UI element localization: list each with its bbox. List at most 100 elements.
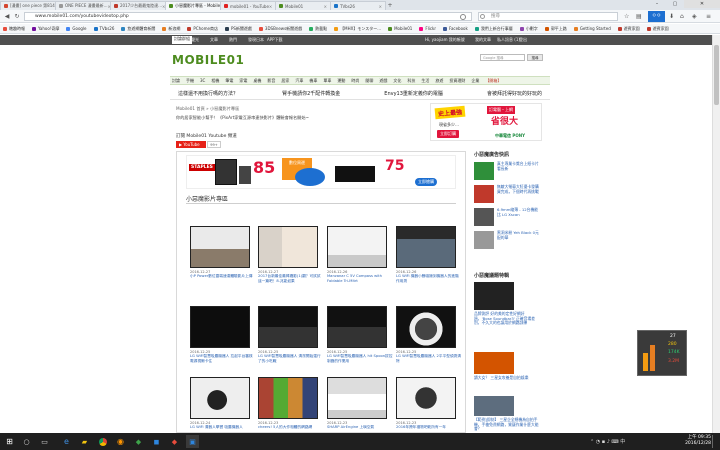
bookmark-item[interactable]: 悠遊網體育新聞: [121, 26, 155, 32]
task-view-icon[interactable]: ▭: [38, 435, 51, 448]
bookmark-item[interactable]: PChome商店: [187, 26, 218, 32]
video-title-link[interactable]: LG WiFi 機器小騰嘯擁到機器人的進階作用測: [396, 274, 462, 284]
video-thumbnail[interactable]: [258, 377, 318, 419]
app-icon-active[interactable]: ▣: [186, 435, 199, 448]
edge-icon[interactable]: e: [60, 435, 73, 448]
category-menu-item[interactable]: 影音: [267, 78, 275, 84]
video-thumbnail[interactable]: [396, 226, 456, 268]
download-icon[interactable]: ⬇: [669, 13, 674, 20]
back-icon[interactable]: ◀: [3, 13, 11, 21]
category-menu-item[interactable]: 家電: [239, 78, 247, 84]
new-tab-button[interactable]: +: [385, 1, 395, 10]
show-desktop-button[interactable]: [712, 435, 716, 448]
site-search-input[interactable]: Google 搜尋: [480, 54, 525, 61]
video-title-link[interactable]: 小P Power數位雲端速達體驗影片上傳: [190, 274, 256, 284]
bookmark-item[interactable]: 我們上新台行事曆: [474, 26, 513, 32]
star-icon[interactable]: ☆: [624, 13, 629, 20]
browser-tab[interactable]: Mobile01 ×: [275, 1, 331, 10]
bookmark-item[interactable]: 新浪網: [162, 26, 180, 32]
topnav-item[interactable]: APP下載: [267, 37, 283, 43]
hot-topic-link[interactable]: 腎手機請你2千配件轉換金: [282, 90, 340, 97]
category-menu-item[interactable]: 科技: [407, 78, 415, 84]
bookmark-item[interactable]: 小劃字: [519, 26, 538, 32]
tray-icons[interactable]: ⌃ ◔ ▪ ♪ ⌨ 中: [590, 438, 625, 445]
category-menu-item[interactable]: 【開箱】: [485, 78, 501, 84]
chrome-icon[interactable]: [96, 435, 109, 448]
category-menu-item[interactable]: 單車: [323, 78, 331, 84]
sidebar-thumb[interactable]: [474, 162, 494, 180]
topnav-item[interactable]: 發現日本: [248, 37, 264, 43]
topnav-item[interactable]: 討論群組: [172, 36, 192, 44]
bookmark-item[interactable]: Facebook: [443, 26, 468, 31]
app-icon-blue[interactable]: ◼: [150, 435, 163, 448]
category-menu-item[interactable]: 桌機: [253, 78, 261, 84]
category-menu-item[interactable]: 旅遊: [435, 78, 443, 84]
hot-topic-link[interactable]: Envy13重新定義你的電腦: [384, 90, 443, 97]
video-title-link[interactable]: LG WiFi智慧吸塵機器人 2平平型偵測清除: [396, 354, 462, 364]
feature-thumb[interactable]: [474, 352, 514, 374]
bookmark-item[interactable]: 熱載點: [309, 26, 327, 32]
app-icon-green[interactable]: ◆: [132, 435, 145, 448]
sidebar-item-title[interactable]: 真主專業卡獎台上紙卡片看長新: [497, 161, 539, 171]
bookmark-item[interactable]: 郭平上路: [544, 26, 567, 32]
buy-now-button[interactable]: 立即搶購: [415, 178, 437, 186]
tab-close-icon[interactable]: ×: [379, 4, 382, 9]
page-subtitle[interactable]: 你的居家智能小幫手！《PixArt家電互源串連快影片》體驗會報名開始~: [176, 115, 309, 121]
tab-close-icon[interactable]: ×: [324, 4, 327, 9]
mobile01-logo[interactable]: MOBILE01: [172, 53, 244, 67]
sidebar-thumb[interactable]: [474, 185, 494, 203]
bookmark-item[interactable]: 【MHX】モンスター...: [334, 26, 381, 32]
search-taskbar-icon[interactable]: ○: [20, 435, 33, 448]
category-menu-item[interactable]: 筆電: [225, 78, 233, 84]
refresh-icon[interactable]: [460, 14, 466, 20]
category-menu-item[interactable]: 汽車: [295, 78, 303, 84]
browser-tab[interactable]: ONE PIECE 漫畫最新...×: [55, 1, 111, 10]
category-menu-item[interactable]: 閒聊: [365, 78, 373, 84]
bookmark-item[interactable]: 3DSBnews新聞遊戲: [258, 26, 302, 32]
video-thumbnail[interactable]: [258, 306, 318, 348]
category-menu-item[interactable]: 機車: [309, 78, 317, 84]
video-thumbnail[interactable]: [190, 377, 250, 419]
category-menu-item[interactable]: 時尚: [351, 78, 359, 84]
app-icon-red[interactable]: ◆: [168, 435, 181, 448]
browser-tab[interactable]: [漫畫] one piece 第814...×: [0, 1, 56, 10]
close-window-button[interactable]: ✕: [684, 0, 720, 8]
minimize-button[interactable]: –: [648, 0, 666, 8]
ad-buy-button[interactable]: 立即訂購: [437, 130, 459, 138]
feature-title[interactable]: 【範例]即刻】 三星企全總機為自拍手機，手槍免費網路，質疑作業什麼大能會？: [474, 417, 540, 432]
browser-tab[interactable]: mobile01 - YouTube ×: [220, 1, 276, 10]
category-menu-item[interactable]: 遊戲: [379, 78, 387, 84]
feature-thumb[interactable]: [474, 282, 514, 310]
clock[interactable]: 上午 09:35 2016/12/28: [685, 435, 711, 447]
user-link[interactable]: 私人訊息 (1): [497, 37, 520, 43]
topnav-item[interactable]: 熱門: [229, 37, 237, 43]
maximize-button[interactable]: ▢: [666, 0, 684, 8]
bookmark-item[interactable]: Getting Started: [573, 26, 611, 31]
network-monitor-widget[interactable]: 27 280 174K 3.2M: [637, 330, 687, 376]
video-title-link[interactable]: LG WiFi智慧吸塵機器人 hit Spoon拔控制器的作業用: [327, 354, 393, 364]
video-thumbnail[interactable]: [327, 226, 387, 268]
category-menu-item[interactable]: 相機: [211, 78, 219, 84]
sidebar-thumb[interactable]: [474, 208, 494, 226]
tab-close-icon[interactable]: ×: [269, 4, 272, 9]
user-link[interactable]: 登出: [519, 37, 527, 43]
bookmark-item[interactable]: Google: [66, 26, 87, 31]
sidebar-item-title[interactable]: 6.9mm縮薄 - 12台機能比 LG Xscan: [497, 207, 539, 217]
hot-topic-link[interactable]: 這樣還不用換行嗎的方法？: [178, 90, 238, 97]
category-menu-item[interactable]: 3C: [200, 78, 205, 83]
bookmark-item[interactable]: Yahoo!奇摩: [32, 26, 59, 32]
start-icon[interactable]: ⊞: [3, 435, 16, 448]
extension-icon[interactable]: ㅇㅇ: [648, 11, 665, 22]
browser-tab[interactable]: 小惡魔影片專區 - Mobile...×: [165, 1, 221, 10]
topnav-item[interactable]: 聲光: [191, 37, 199, 43]
scrollbar-thumb[interactable]: [714, 45, 719, 105]
bookmark-item[interactable]: PS新聞遊戲: [224, 26, 252, 32]
category-menu-item[interactable]: 運動: [337, 78, 345, 84]
bookmark-item[interactable]: Mobile01: [388, 26, 412, 31]
video-thumbnail[interactable]: [258, 226, 318, 268]
user-account-link[interactable]: Hi, yaojiam 我的帳號: [425, 37, 465, 43]
bookmark-item[interactable]: 瞎趣時報: [3, 26, 25, 32]
topnav-item[interactable]: 文章: [210, 37, 218, 43]
bookmark-item[interactable]: Flickr: [419, 26, 436, 31]
pocket-icon[interactable]: ◈: [692, 13, 697, 20]
